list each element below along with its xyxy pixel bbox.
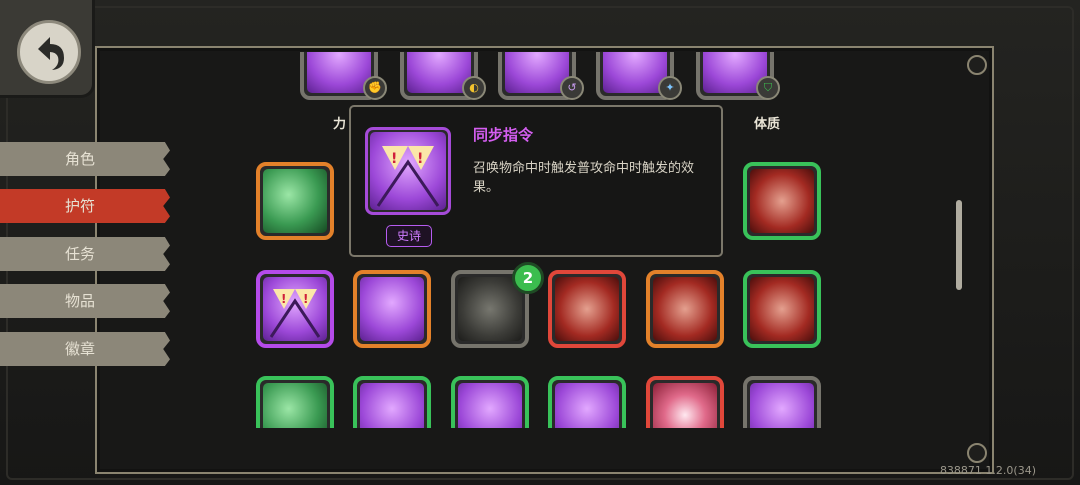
shield-icon: ⛉ (756, 76, 780, 100)
version-label: 838871 1.2.0(34) (939, 464, 1036, 477)
svg-text:!: ! (303, 292, 308, 306)
spiral-icon: ↺ (560, 76, 584, 100)
panel-corner-knob (967, 55, 987, 75)
amulet-slot[interactable] (256, 376, 334, 428)
rarity-badge: 史诗 (386, 225, 432, 247)
tab-label: 物品 (65, 292, 96, 310)
amulet-count-badge: 2 (512, 262, 544, 294)
tab-badges[interactable]: 徽章 (0, 332, 170, 366)
fist-icon: ✊ (363, 76, 387, 100)
back-button[interactable] (0, 0, 95, 98)
twin-warning-triangles-icon: !! (365, 127, 451, 215)
amulet-slot[interactable] (353, 270, 431, 348)
tab-items[interactable]: 物品 (0, 284, 170, 318)
svg-text:!: ! (391, 151, 397, 167)
stat-slot-row (250, 52, 840, 104)
tooltip-title: 同步指令 (473, 126, 534, 144)
panel-corner-knob (967, 443, 987, 463)
amulet-slot[interactable] (256, 162, 334, 240)
tab-quests[interactable]: 任务 (0, 237, 170, 271)
amulet-slot[interactable] (646, 376, 724, 428)
tab-character[interactable]: 角色 (0, 142, 170, 176)
tab-label: 任务 (65, 245, 96, 263)
amulet-slot[interactable] (548, 376, 626, 428)
tab-label: 角色 (65, 150, 96, 168)
amulet-slot[interactable] (451, 376, 529, 428)
amulet-row-partial (250, 376, 840, 428)
amulet-slot[interactable] (743, 376, 821, 428)
back-arrow-icon (17, 20, 81, 84)
amulet-slot[interactable] (353, 376, 431, 428)
svg-text:!: ! (417, 151, 423, 167)
svg-text:!: ! (281, 292, 286, 306)
tab-label: 护符 (65, 197, 96, 215)
amulet-slot-sync-command[interactable]: !! (256, 270, 334, 348)
amulet-slot[interactable] (743, 162, 821, 240)
stat-label-constitution: 体质 (754, 117, 781, 132)
tooltip-description: 召唤物命中时触发普攻命中时触发的效果。 (473, 161, 695, 195)
amulet-slot[interactable] (743, 270, 821, 348)
grid-scrollbar[interactable] (956, 200, 962, 290)
crescent-icon: ◐ (462, 76, 486, 100)
star-icon: ✦ (658, 76, 682, 100)
tab-label: 徽章 (65, 340, 96, 358)
stat-label-strength: 力 (333, 117, 347, 132)
amulet-slot[interactable] (548, 270, 626, 348)
amulet-tooltip: !! 同步指令 召唤物命中时触发普攻命中时触发的效果。 史诗 (349, 105, 723, 257)
tab-amulet[interactable]: 护符 (0, 189, 170, 223)
amulet-slot[interactable] (646, 270, 724, 348)
